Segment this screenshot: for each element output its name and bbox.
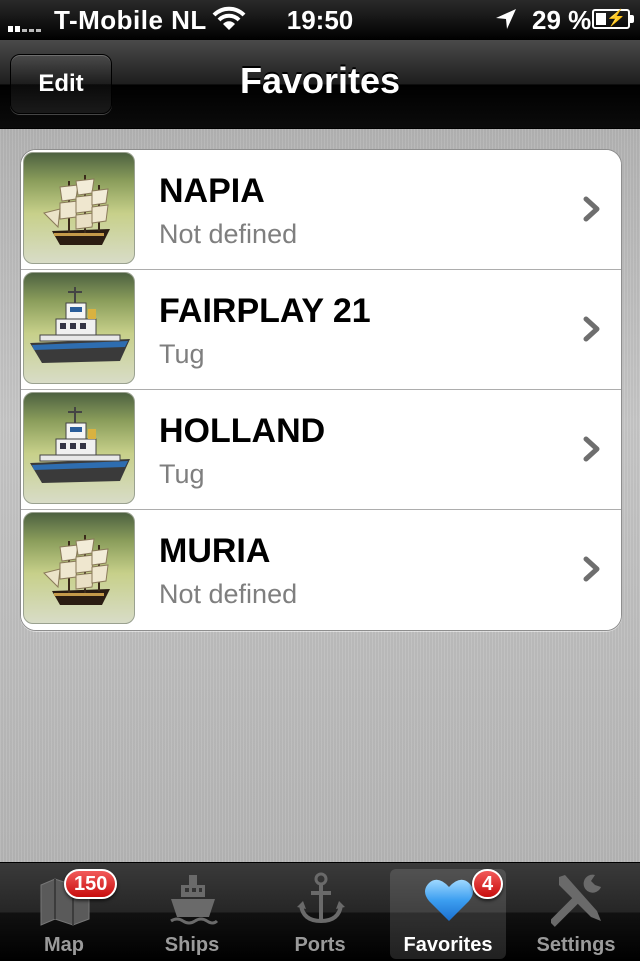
list-item[interactable]: MURIA Not defined bbox=[21, 510, 621, 630]
ship-name: NAPIA bbox=[159, 172, 265, 210]
heart-icon bbox=[423, 871, 475, 932]
tab-label: Ports bbox=[294, 934, 346, 956]
chevron-right-icon bbox=[583, 556, 601, 587]
map-badge: 150 bbox=[64, 869, 118, 899]
favorites-content[interactable]: NAPIA Not defined FAIRPLAY 21 Tug HOLLAN… bbox=[0, 129, 640, 862]
tab-bar: 150 Map Ships Ports 4 Favorites Settings bbox=[0, 862, 640, 961]
battery-percent: 29 % bbox=[532, 5, 592, 35]
tugboat-icon bbox=[23, 272, 135, 384]
favorites-badge: 4 bbox=[472, 869, 504, 899]
status-bar: T-Mobile NL 19:50 29 % ⚡ bbox=[0, 0, 640, 40]
ship-type: Tug bbox=[159, 459, 205, 489]
list-item[interactable]: HOLLAND Tug bbox=[21, 390, 621, 510]
chevron-right-icon bbox=[583, 196, 601, 227]
tab-label: Favorites bbox=[403, 934, 493, 956]
tab-label: Map bbox=[44, 934, 84, 956]
favorites-list: NAPIA Not defined FAIRPLAY 21 Tug HOLLAN… bbox=[20, 149, 622, 631]
ship-name: MURIA bbox=[159, 532, 271, 570]
chevron-right-icon bbox=[583, 436, 601, 467]
ship-name: HOLLAND bbox=[159, 412, 326, 450]
tab-ships[interactable]: Ships bbox=[128, 863, 256, 961]
tab-map[interactable]: 150 Map bbox=[0, 863, 128, 961]
ship-name: FAIRPLAY 21 bbox=[159, 292, 371, 330]
tools-icon bbox=[549, 871, 603, 932]
sailing-ship-icon bbox=[23, 152, 135, 264]
anchor-icon bbox=[295, 871, 347, 932]
list-item[interactable]: FAIRPLAY 21 Tug bbox=[21, 270, 621, 390]
sailing-ship-icon bbox=[23, 512, 135, 624]
tab-favorites[interactable]: 4 Favorites bbox=[384, 863, 512, 961]
navigation-bar: Edit Favorites bbox=[0, 40, 640, 129]
chevron-right-icon bbox=[583, 316, 601, 347]
ship-type: Not defined bbox=[159, 579, 298, 609]
ship-type: Not defined bbox=[159, 219, 298, 249]
list-item[interactable]: NAPIA Not defined bbox=[21, 150, 621, 270]
tugboat-icon bbox=[23, 392, 135, 504]
tab-settings[interactable]: Settings bbox=[512, 863, 640, 961]
ship-type: Tug bbox=[159, 339, 205, 369]
battery-icon: ⚡ bbox=[592, 9, 634, 29]
tab-label: Ships bbox=[164, 934, 220, 956]
location-arrow-icon bbox=[494, 7, 518, 38]
ship-icon bbox=[167, 871, 219, 932]
tab-ports[interactable]: Ports bbox=[256, 863, 384, 961]
page-title: Favorites bbox=[239, 60, 401, 101]
tab-label: Settings bbox=[536, 934, 616, 956]
